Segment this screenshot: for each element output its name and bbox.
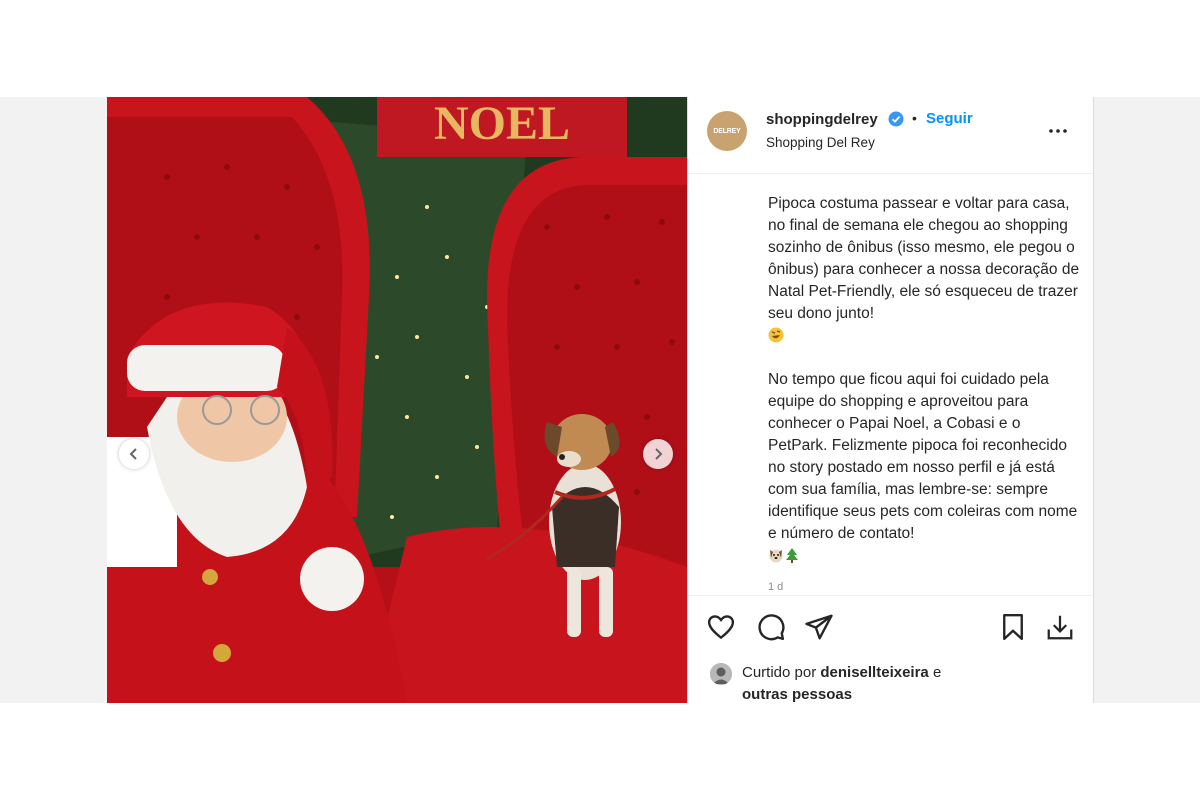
post-actions-bar [688,595,1093,656]
avatar-logo-text: DELREY [713,127,741,135]
heart-icon[interactable] [706,612,736,642]
verified-badge-icon [888,111,904,127]
caption-paragraph-1-text: Pipoca costuma passear e voltar para cas… [768,195,1080,322]
avatar[interactable]: DELREY [707,111,747,151]
liker-avatar[interactable] [710,663,732,685]
account-subname[interactable]: Shopping Del Rey [766,135,875,150]
post-header: DELREY shoppingdelrey • Seguir Shopping … [688,97,1093,174]
post-media-image[interactable]: NOEL [107,97,687,703]
instagram-post: NOEL DELREY shoppingdelrey • Seguir Shop… [107,97,1094,703]
chevron-right-icon [655,448,663,460]
liked-by-others-link[interactable]: outras pessoas [742,686,852,703]
carousel-prev-button[interactable] [119,439,149,469]
download-icon[interactable] [1045,612,1075,642]
post-caption: Pipoca costuma passear e voltar para cas… [768,193,1083,567]
rolling-on-floor-laughing-emoji [768,327,784,343]
paper-plane-icon[interactable] [804,612,834,642]
more-horizontal-icon[interactable] [1046,119,1070,143]
post-side-panel: DELREY shoppingdelrey • Seguir Shopping … [687,97,1094,703]
carousel-next-button[interactable] [643,439,673,469]
liked-by-prefix: Curtido por [742,664,821,681]
caption-paragraph: No tempo que ficou aqui foi cuidado pela… [768,369,1083,567]
caption-paragraph: Pipoca costuma passear e voltar para cas… [768,193,1083,347]
username-link[interactable]: shoppingdelrey [766,111,878,128]
liked-by-suffix: e [928,664,942,681]
caption-paragraph-2-text: No tempo que ficou aqui foi cuidado pela… [768,371,1078,542]
post-timestamp: 1 d [768,581,784,590]
likes-text: Curtido por denisellteixeira e outras pe… [742,662,1072,706]
chevron-left-icon [129,448,137,460]
liker-avatar-image [710,663,732,685]
media-sign-text: NOEL [434,97,570,150]
bookmark-icon[interactable] [998,612,1028,642]
follow-button[interactable]: Seguir [926,110,973,127]
christmas-tree-emoji [786,548,798,563]
separator-dot: • [912,110,917,126]
dog-face-emoji [769,549,783,563]
comment-icon[interactable] [756,612,786,642]
liked-by-user-link[interactable]: denisellteixeira [820,664,928,681]
santa-dog-photo: NOEL [107,97,687,703]
